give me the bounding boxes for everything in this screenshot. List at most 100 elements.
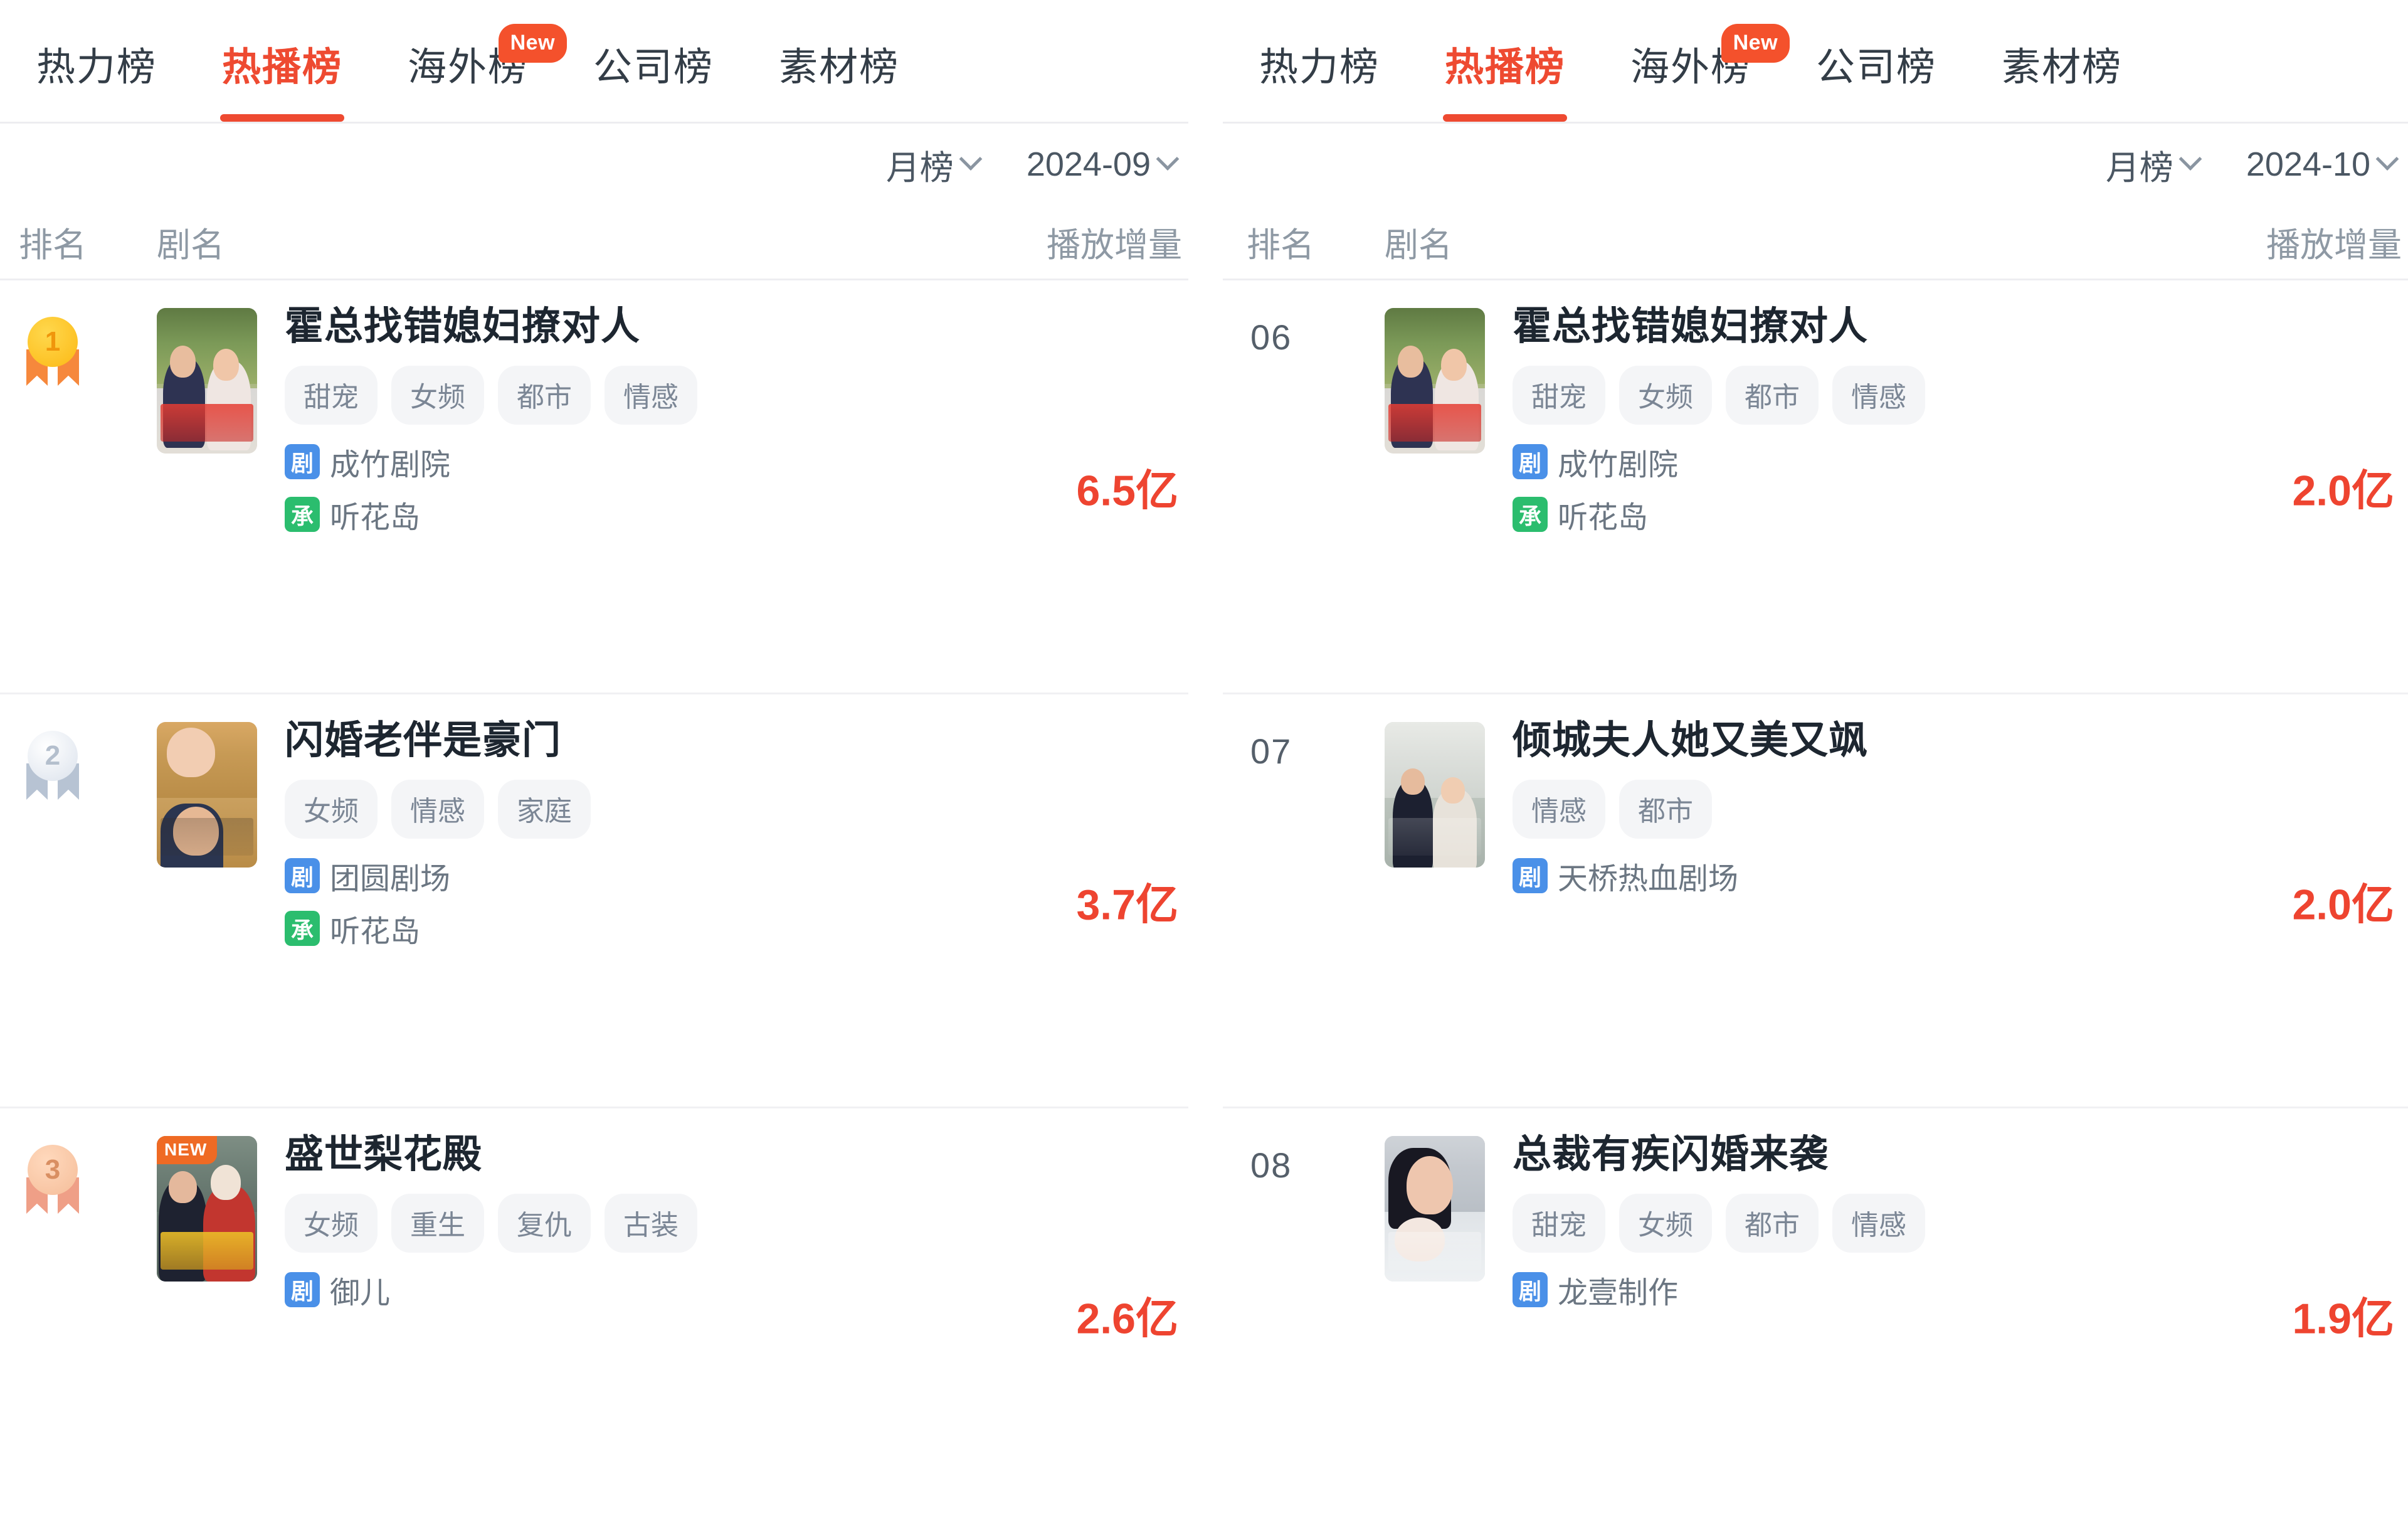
poster-art-title — [161, 404, 253, 442]
tab-item-2[interactable]: 海外榜 New — [375, 24, 568, 122]
tab-item-2[interactable]: 海外榜 New — [1598, 24, 1790, 122]
genre-tag[interactable]: 都市 — [498, 366, 591, 425]
genre-tag[interactable]: 情感 — [1832, 366, 1925, 425]
poster-new-badge: NEW — [157, 1136, 218, 1164]
drama-title[interactable]: 闪婚老伴是豪门 — [285, 719, 1000, 762]
studio-item[interactable]: 剧成竹剧院 — [1513, 440, 2220, 484]
tab-item-4[interactable]: 素材榜 — [746, 35, 932, 122]
studio-list: 剧御儿 — [285, 1268, 1000, 1312]
tab-item-0[interactable]: 热力榜 — [1242, 35, 1412, 122]
studio-producer-badge-icon: 承 — [1513, 497, 1548, 533]
genre-tag[interactable]: 情感 — [391, 780, 484, 839]
genre-tag[interactable]: 女频 — [1619, 366, 1712, 425]
rank-cell: 08 — [1247, 1133, 1385, 1186]
genre-tag[interactable]: 重生 — [391, 1194, 484, 1253]
rank-cell: 1 — [19, 305, 157, 392]
drama-info: 总裁有疾闪婚来袭甜宠 女频 都市 情感剧龙壹制作 — [1485, 1133, 2408, 1312]
drama-info: 倾城夫人她又美又飒情感 都市剧天桥热血剧场 — [1485, 719, 2408, 898]
poster-art-head — [211, 1165, 241, 1201]
date-filter[interactable]: 2024-10 — [2246, 145, 2399, 184]
tab-item-3[interactable]: 公司榜 — [1783, 35, 1969, 122]
drama-info: 霍总找错媳妇撩对人甜宠 女频 都市 情感剧成竹剧院承听花岛 — [257, 305, 1188, 536]
drama-title[interactable]: 霍总找错媳妇撩对人 — [1513, 305, 2220, 348]
drama-info: 盛世梨花殿女频 重生 复仇 古装剧御儿 — [257, 1133, 1188, 1312]
tab-label: 公司榜 — [1816, 46, 1937, 89]
genre-tag[interactable]: 甜宠 — [1513, 1194, 1605, 1253]
rank-cell: 06 — [1247, 305, 1385, 358]
column-header-rank: 排名 — [19, 226, 87, 264]
tab-item-4[interactable]: 素材榜 — [1969, 35, 2155, 122]
studio-item[interactable]: 剧天桥热血剧场 — [1513, 854, 2220, 898]
drama-poster — [157, 308, 257, 454]
table-row[interactable]: 08 总裁有疾闪婚来袭 甜宠 女频 都市 情感剧龙壹制作 1.9亿 — [1223, 1108, 2408, 1518]
studio-list: 剧团圆剧场承听花岛 — [285, 854, 1000, 950]
column-header-plays: 播放增量 — [1047, 226, 1182, 264]
genre-tag[interactable]: 情感 — [1513, 780, 1605, 839]
tab-active-item-1[interactable]: 热播榜 — [189, 35, 375, 122]
genre-tag-list: 甜宠 女频 都市 情感 — [1513, 1194, 2152, 1253]
poster-art-title — [1388, 404, 1481, 442]
period-filter[interactable]: 月榜 — [886, 140, 983, 189]
tab-label: 热力榜 — [1259, 46, 1380, 89]
studio-item[interactable]: 承听花岛 — [1513, 492, 2220, 536]
date-filter[interactable]: 2024-09 — [1026, 145, 1180, 184]
genre-tag[interactable]: 甜宠 — [285, 366, 378, 425]
studio-item[interactable]: 剧成竹剧院 — [285, 440, 1000, 484]
studio-item[interactable]: 剧龙壹制作 — [1513, 1268, 2220, 1312]
studio-item[interactable]: 剧御儿 — [285, 1268, 1000, 1312]
tab-bar: 热力榜 热播榜 海外榜 New 公司榜 素材榜 — [1223, 0, 2408, 124]
genre-tag[interactable]: 女频 — [285, 1194, 378, 1253]
genre-tag[interactable]: 都市 — [1619, 780, 1712, 839]
table-row[interactable]: 3 NEW 盛世梨花殿 女频 重生 复仇 古装剧御儿 2.6亿 — [0, 1108, 1188, 1518]
studio-producer-badge-icon: 承 — [285, 497, 320, 533]
plays-value: 2.0亿 — [2292, 467, 2394, 514]
drama-title[interactable]: 霍总找错媳妇撩对人 — [285, 305, 1000, 348]
tab-item-0[interactable]: 热力榜 — [19, 35, 189, 122]
period-filter[interactable]: 月榜 — [2105, 140, 2202, 189]
genre-tag[interactable]: 情感 — [605, 366, 697, 425]
table-row[interactable]: 07 倾城夫人她又美又飒 情感 都市剧天桥热血剧场 2.0亿 — [1223, 694, 2408, 1108]
column-header-rank: 排名 — [1247, 226, 1314, 264]
drama-title[interactable]: 盛世梨花殿 — [285, 1133, 1000, 1176]
poster-art-head — [167, 728, 215, 778]
genre-tag[interactable]: 情感 — [1832, 1194, 1925, 1253]
drama-title[interactable]: 总裁有疾闪婚来袭 — [1513, 1133, 2220, 1176]
genre-tag[interactable]: 古装 — [605, 1194, 697, 1253]
genre-tag[interactable]: 女频 — [391, 366, 484, 425]
drama-info: 闪婚老伴是豪门女频 情感 家庭剧团圆剧场承听花岛 — [257, 719, 1188, 950]
poster-artwork — [1385, 308, 1485, 454]
genre-tag[interactable]: 都市 — [1726, 1194, 1819, 1253]
table-row[interactable]: 2 闪婚老伴是豪门 女频 情感 家庭剧团圆剧场承听花岛 3.7亿 — [0, 694, 1188, 1108]
column-header-name: 剧名 — [1385, 226, 1452, 264]
table-row[interactable]: 06 霍总找错媳妇撩对人甜宠 女频 都市 情感剧成竹剧院承听花岛 2.0亿 — [1223, 280, 2408, 694]
tab-active-item-1[interactable]: 热播榜 — [1412, 35, 1598, 122]
studio-item[interactable]: 剧团圆剧场 — [285, 854, 1000, 898]
studio-item[interactable]: 承听花岛 — [285, 492, 1000, 536]
drama-title[interactable]: 倾城夫人她又美又飒 — [1513, 719, 2220, 762]
genre-tag[interactable]: 女频 — [1619, 1194, 1712, 1253]
table-row[interactable]: 1 霍总找错媳妇撩对人 甜宠 女频 都市 情感剧成竹剧院承听花岛 6.5亿 — [0, 280, 1188, 694]
tab-new-badge: New — [498, 24, 568, 63]
period-filter-label: 月榜 — [2105, 149, 2173, 187]
column-header-plays: 播放增量 — [2266, 226, 2402, 264]
tab-new-badge: New — [1721, 24, 1790, 63]
genre-tag[interactable]: 复仇 — [498, 1194, 591, 1253]
tab-item-3[interactable]: 公司榜 — [561, 35, 746, 122]
chevron-down-icon — [2375, 147, 2399, 171]
genre-tag[interactable]: 甜宠 — [1513, 366, 1605, 425]
genre-tag[interactable]: 家庭 — [498, 780, 591, 839]
studio-name: 龙壹制作 — [1558, 1276, 1679, 1310]
studio-name: 御儿 — [330, 1276, 391, 1310]
studio-list: 剧龙壹制作 — [1513, 1268, 2220, 1312]
genre-tag[interactable]: 女频 — [285, 780, 378, 839]
table-header: 排名 剧名 播放增量 — [0, 205, 1188, 280]
poster-art-head — [169, 346, 196, 378]
date-filter-label: 2024-09 — [1026, 146, 1151, 183]
studio-item[interactable]: 承听花岛 — [285, 906, 1000, 950]
drama-poster — [1385, 1136, 1485, 1282]
table-header: 排名 剧名 播放增量 — [1223, 205, 2408, 280]
tab-label: 热力榜 — [36, 46, 157, 89]
rank-number: 06 — [1250, 317, 1292, 357]
tab-label: 素材榜 — [779, 46, 900, 89]
genre-tag[interactable]: 都市 — [1726, 366, 1819, 425]
